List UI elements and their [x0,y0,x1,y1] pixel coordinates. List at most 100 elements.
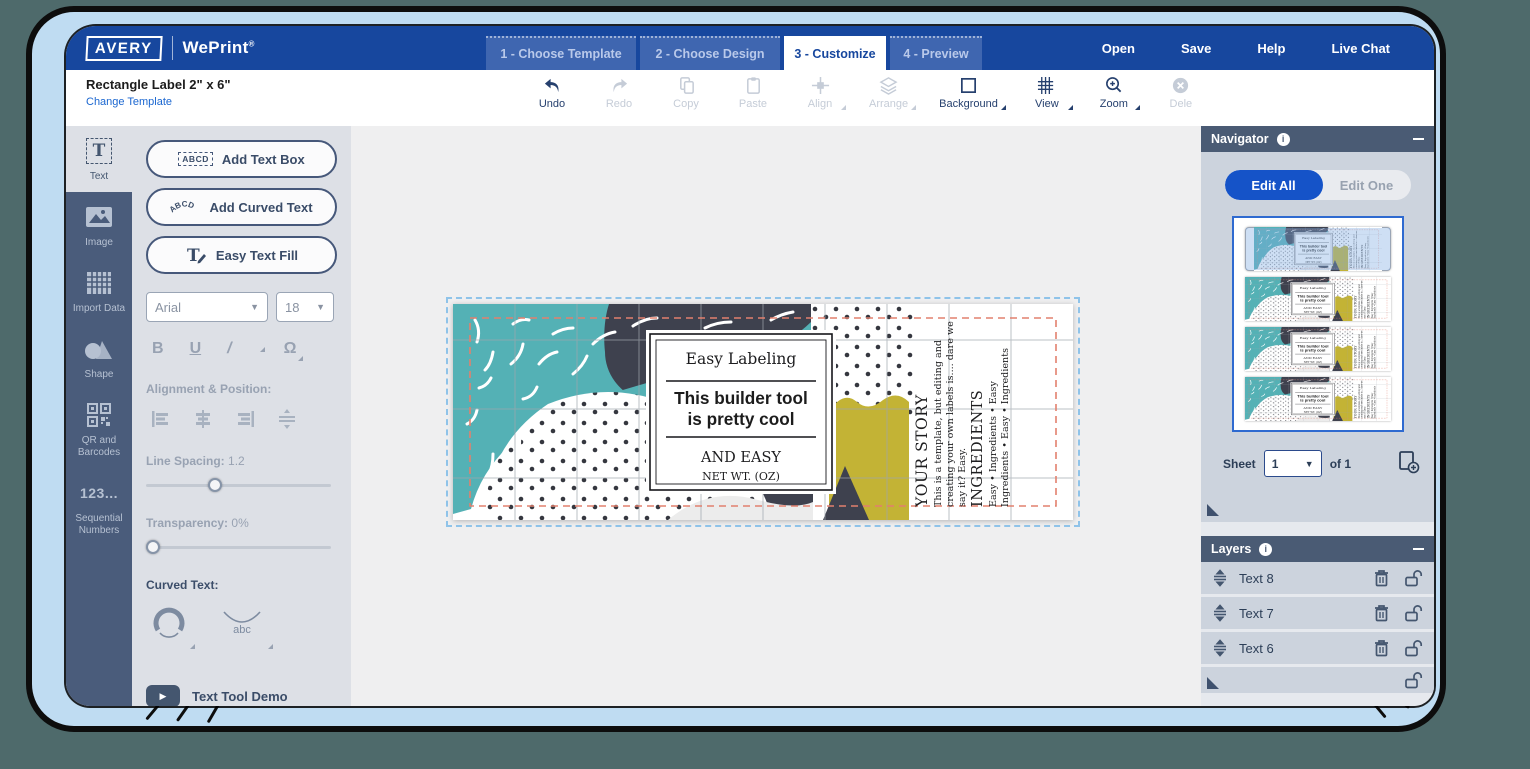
label-thumbnail-2[interactable] [1245,277,1391,321]
add-text-box-button[interactable]: ABCD Add Text Box [146,140,337,178]
label-thumbnail-4[interactable] [1245,377,1391,421]
layer-row-text7[interactable]: Text 7 [1201,597,1434,629]
background-button[interactable]: Background [939,76,1004,110]
special-character-button[interactable]: Ω [284,340,297,358]
view-button[interactable]: View [1029,76,1071,110]
info-icon[interactable]: i [1277,133,1290,146]
zoom-button[interactable]: Zoom [1096,76,1138,110]
curve-circle-button[interactable] [152,606,186,645]
tab-preview[interactable]: 4 - Preview [890,36,982,70]
app-header: AVERY WePrint® 1 - Choose Template 2 - C… [66,26,1434,70]
easy-text-fill-button[interactable]: T Easy Text Fill [146,236,337,274]
panel-resize-handle[interactable] [1207,677,1219,689]
layer-drag-icon[interactable] [1211,604,1229,622]
tab-choose-design[interactable]: 2 - Choose Design [640,36,780,70]
sheet-label: Sheet [1223,457,1256,471]
sidebar-item-import-data[interactable]: Import Data [66,258,132,324]
font-controls: Arial▼ 18▼ [146,292,337,322]
arrange-button[interactable]: Arrange [869,76,914,110]
sidebar-item-image[interactable]: Image [66,192,132,258]
text-tool-demo-button[interactable]: ▶ Text Tool Demo [146,685,337,706]
sidebar-item-shape[interactable]: Shape [66,324,132,390]
delete-button[interactable]: Dele [1163,76,1205,110]
sheet-selector-row: Sheet 1▼ of 1 [1223,450,1434,477]
brand-logo: AVERY WePrint® [66,36,255,61]
italic-button[interactable]: / [227,340,231,358]
add-curved-text-button[interactable]: ABCD Add Curved Text [146,188,337,226]
tab-choose-template[interactable]: 1 - Choose Template [486,36,636,70]
panel-resize-handle[interactable] [1207,504,1219,516]
label-thumbnail-1[interactable] [1245,227,1391,271]
unlock-icon[interactable] [1404,639,1424,657]
play-icon: ▶ [146,685,180,706]
curved-abcd-icon: ABCD [170,198,200,216]
slider-track [146,546,331,549]
trash-icon[interactable] [1373,569,1390,587]
edit-one-button[interactable]: Edit One [1323,170,1411,200]
add-sheet-button[interactable] [1398,450,1420,477]
copy-button[interactable]: Copy [668,76,710,110]
qr-code-icon [87,403,111,427]
redo-button[interactable]: Redo [601,76,643,110]
dropdown-corner-icon [1135,105,1140,110]
font-family-select[interactable]: Arial▼ [146,292,268,322]
help-button[interactable]: Help [1257,41,1285,56]
alignment-label: Alignment & Position: [146,382,337,396]
trash-icon[interactable] [1373,639,1390,657]
avery-logo: AVERY [85,36,162,61]
chevron-down-icon: ▼ [1305,459,1314,469]
left-rail: T Text Image Import Data Shape QR [66,126,132,706]
sidebar-item-qr-barcodes[interactable]: QR and Barcodes [66,390,132,468]
info-icon[interactable]: i [1259,543,1272,556]
tab-customize[interactable]: 3 - Customize [784,36,886,70]
navigator-header: Navigator i [1201,126,1434,152]
layer-drag-icon[interactable] [1211,569,1229,587]
sidebar-item-text[interactable]: T Text [66,126,132,192]
transparency-slider[interactable] [146,540,337,554]
text-fill-icon: T [185,245,207,265]
align-button[interactable]: Align [802,76,844,110]
label-design[interactable] [453,304,1073,520]
sheet-select[interactable]: 1▼ [1264,450,1322,477]
undo-button[interactable]: Undo [534,76,576,110]
unlock-icon[interactable] [1404,569,1424,587]
copy-icon [677,76,696,95]
change-template-link[interactable]: Change Template [86,96,231,108]
panel-gap [1201,522,1434,536]
paste-button[interactable]: Paste [735,76,777,110]
layers-header: Layers i [1201,536,1434,562]
layer-row-text8[interactable]: Text 8 [1201,562,1434,594]
unlock-icon[interactable] [1404,604,1424,622]
layer-drag-icon[interactable] [1211,639,1229,657]
sidebar-item-sequential-numbers[interactable]: 123... Sequential Numbers [66,468,132,546]
layer-row-text6[interactable]: Text 6 [1201,632,1434,664]
transparency-value: 0% [231,516,248,530]
slider-thumb[interactable] [146,540,160,554]
edit-all-button[interactable]: Edit All [1225,170,1323,200]
align-left-icon[interactable] [150,408,172,430]
live-chat-button[interactable]: Live Chat [1331,41,1390,56]
sheet-of-label: of 1 [1330,457,1351,471]
chevron-down-icon: ▼ [250,302,259,312]
align-center-icon[interactable] [192,408,214,430]
font-size-select[interactable]: 18▼ [276,292,334,322]
collapse-minus-icon[interactable] [1413,138,1424,140]
import-data-icon [86,271,112,295]
save-button[interactable]: Save [1181,41,1211,56]
align-vertical-center-icon[interactable] [276,408,298,430]
collapse-minus-icon[interactable] [1413,548,1424,550]
design-canvas[interactable] [351,126,1201,706]
align-right-icon[interactable] [234,408,256,430]
line-spacing-slider[interactable] [146,478,337,492]
dropdown-corner-icon [268,644,273,649]
curve-abc-button[interactable]: abc [220,606,264,645]
trash-icon[interactable] [1373,604,1390,622]
open-button[interactable]: Open [1102,41,1135,56]
label-thumbnail-3[interactable] [1245,327,1391,371]
bold-button[interactable]: B [152,340,164,358]
image-icon [85,205,113,229]
unlock-icon[interactable] [1404,671,1424,689]
slider-thumb[interactable] [208,478,222,492]
layer-name: Text 6 [1239,641,1274,656]
underline-button[interactable]: U [190,340,202,358]
